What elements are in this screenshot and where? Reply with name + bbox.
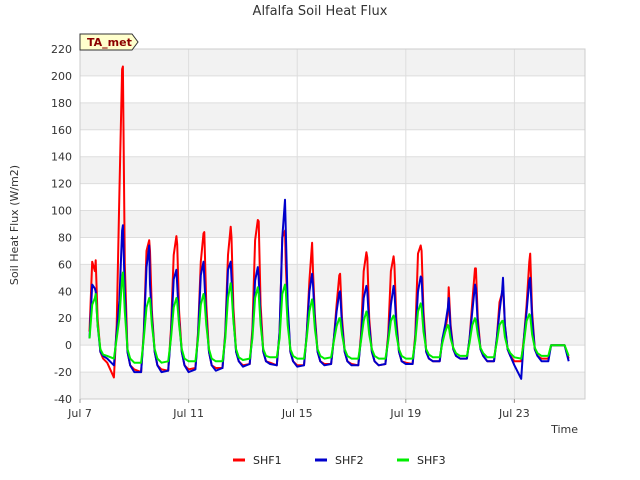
y-tick-label: 40: [58, 285, 72, 298]
y-tick-label: -20: [54, 366, 72, 379]
x-axis-title: Time: [550, 423, 578, 436]
station-badge: TA_met: [79, 33, 139, 51]
x-tick-label: Jul 11: [172, 407, 204, 420]
grid-band: [80, 210, 585, 238]
y-tick-label: 120: [51, 178, 72, 191]
y-tick-label: 180: [51, 97, 72, 110]
x-tick-label: Jul 15: [281, 407, 313, 420]
y-tick-label: 220: [51, 43, 72, 56]
y-tick-label: 140: [51, 151, 72, 164]
grid-band: [80, 318, 585, 346]
station-badge-label: TA_met: [87, 36, 132, 49]
y-tick-label: 0: [65, 339, 72, 352]
x-tick-label: Jul 23: [498, 407, 530, 420]
y-tick-label: 80: [58, 231, 72, 244]
y-tick-label: 160: [51, 124, 72, 137]
y-tick-label: 20: [58, 312, 72, 325]
x-tick-label: Jul 19: [389, 407, 421, 420]
y-tick-label: 200: [51, 70, 72, 83]
grid-band: [80, 372, 585, 399]
grid-band: [80, 156, 585, 184]
chart-title: Alfalfa Soil Heat Flux: [253, 4, 388, 19]
legend-label: SHF3: [417, 454, 446, 467]
y-tick-label: 60: [58, 258, 72, 271]
grid-band: [80, 49, 585, 76]
legend-label: SHF2: [335, 454, 364, 467]
soil-heat-flux-chart: -40 -20 0 20 40 60 80 100 120 140 160 180 200 220 Jul…: [0, 0, 640, 480]
grid-band: [80, 102, 585, 130]
y-tick-label: 100: [51, 205, 72, 218]
legend-label: SHF1: [253, 454, 282, 467]
x-tick-label: Jul 7: [67, 407, 92, 420]
grid-band: [80, 264, 585, 292]
y-axis-title: Soil Heat Flux (W/m2): [8, 165, 21, 285]
y-tick-label: -40: [54, 393, 72, 406]
